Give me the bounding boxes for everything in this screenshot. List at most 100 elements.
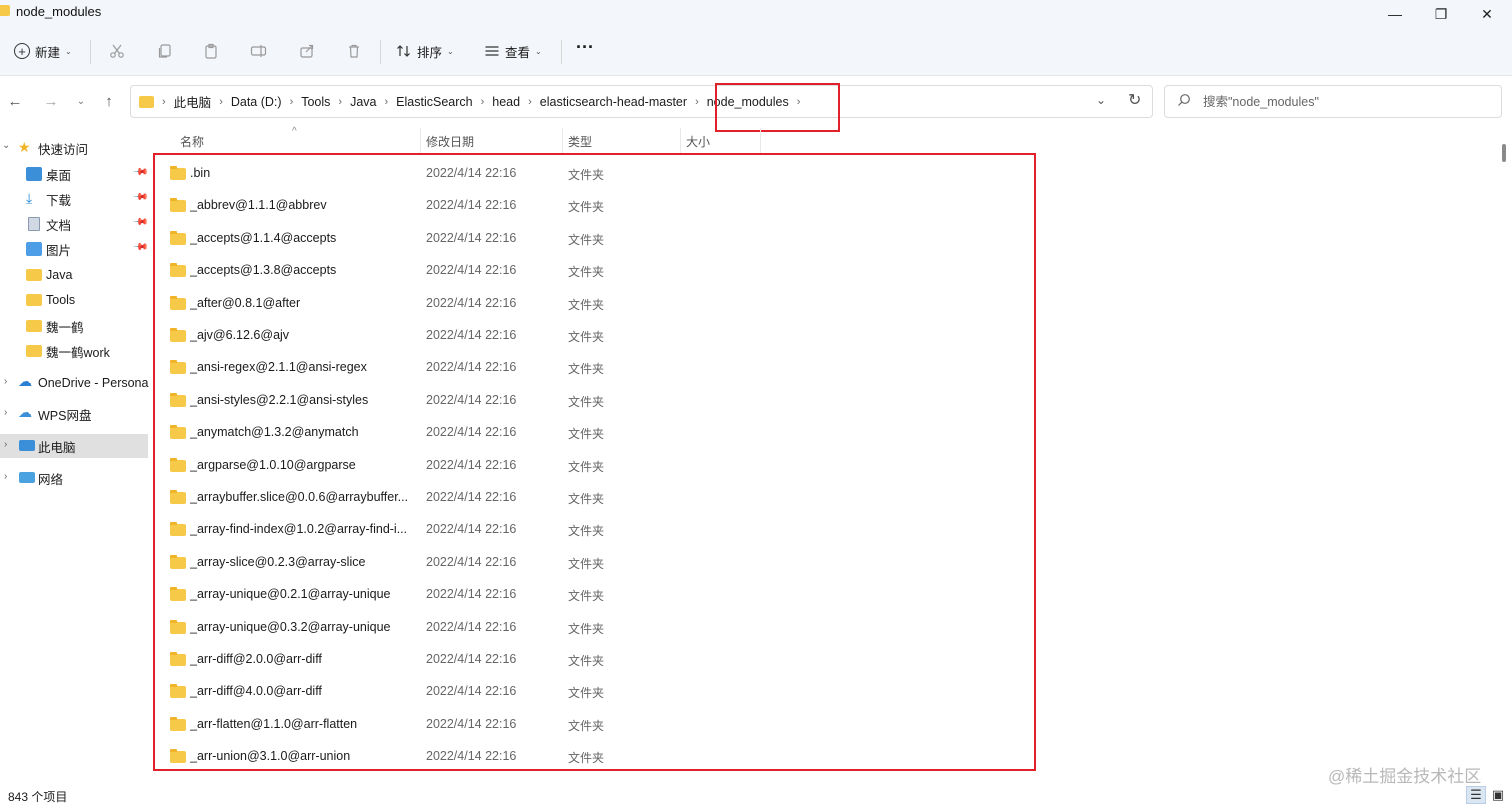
minimize-button[interactable]: — (1372, 0, 1418, 28)
column-type[interactable]: 类型 (568, 133, 592, 150)
title-bar: node_modules — ❐ ✕ (0, 0, 1512, 28)
back-arrow-icon[interactable]: ← (4, 90, 26, 112)
breadcrumb: › 此电脑 › Data (D:) › Tools › Java › Elast… (139, 86, 808, 117)
window-title: node_modules (16, 4, 102, 19)
sidebar-item-pictures[interactable]: 图片 📌 (0, 237, 150, 261)
close-button[interactable]: ✕ (1464, 0, 1510, 28)
tiles-view-icon[interactable]: ▣ (1488, 786, 1508, 804)
download-icon: ⤓ (26, 190, 33, 206)
chevron-down-icon: ⌄ (447, 46, 454, 56)
sidebar-item-weiyihe-work[interactable]: 魏一鹤work (0, 339, 150, 363)
sidebar-item-desktop[interactable]: 桌面 📌 (0, 162, 150, 186)
chevron-right-icon: › (384, 95, 389, 108)
view-button[interactable]: 查看 ⌄ (484, 38, 542, 64)
picture-icon (26, 242, 42, 256)
new-label: 新建 (35, 45, 61, 60)
document-icon (28, 217, 40, 231)
crumb-this-pc[interactable]: 此电脑 (174, 92, 212, 111)
crumb-drive[interactable]: Data (D:) (231, 95, 282, 109)
chevron-right-icon: › (4, 471, 8, 482)
folder-icon (0, 5, 10, 16)
star-icon: ★ (18, 139, 31, 155)
sidebar-item-java[interactable]: Java (0, 263, 150, 287)
view-icon (485, 46, 499, 56)
chevron-down-icon: ⌄ (535, 46, 542, 56)
new-button[interactable]: + 新建 ⌄ (14, 38, 72, 64)
address-bar[interactable]: › 此电脑 › Data (D:) › Tools › Java › Elast… (130, 85, 1153, 118)
column-divider[interactable] (562, 128, 563, 154)
column-name[interactable]: 名称 (180, 133, 204, 150)
crumb-tools[interactable]: Tools (301, 95, 330, 109)
recent-chevron-icon[interactable]: ⌄ (70, 90, 92, 112)
sidebar-item-label: Tools (46, 293, 76, 307)
sidebar-item-tools[interactable]: Tools (0, 288, 150, 312)
cloud-icon: ☁ (18, 404, 32, 420)
chevron-down-icon: ⌄ (65, 46, 72, 56)
sidebar-item-this-pc[interactable]: › 此电脑 (0, 434, 148, 458)
navigation-pane: ⌄ ★ 快速访问 桌面 📌 ⤓ 下载 📌 文档 📌 图片 📌 Java Tool… (0, 128, 150, 778)
crumb-java[interactable]: Java (350, 95, 376, 109)
sidebar-item-label: 魏一鹤work (46, 345, 110, 360)
sidebar-item-label: 文档 (46, 218, 72, 233)
share-icon[interactable] (296, 40, 318, 62)
sort-button[interactable]: 排序 ⌄ (396, 38, 454, 64)
highlight-box-crumb (715, 83, 840, 132)
search-icon (1178, 94, 1190, 106)
command-bar: + 新建 ⌄ 排序 ⌄ 查看 ⌄ ··· (0, 28, 1512, 76)
sidebar-item-documents[interactable]: 文档 📌 (0, 212, 150, 236)
chevron-right-icon: › (289, 95, 294, 108)
search-box[interactable] (1164, 85, 1502, 118)
sidebar-item-network[interactable]: › 网络 (0, 466, 150, 490)
scrollbar-thumb[interactable] (1502, 144, 1506, 162)
details-view-icon[interactable]: ☰ (1466, 786, 1486, 804)
paste-icon[interactable] (200, 40, 222, 62)
chevron-right-icon: › (528, 95, 532, 108)
column-divider[interactable] (420, 128, 421, 154)
divider (561, 40, 562, 64)
forward-arrow-icon[interactable]: → (40, 90, 62, 112)
sidebar-item-wps[interactable]: › ☁ WPS网盘 (0, 402, 150, 426)
highlight-box-list (153, 153, 1036, 771)
rename-icon[interactable] (248, 40, 270, 62)
view-label: 查看 (505, 45, 531, 60)
sidebar-item-label: 下载 (46, 193, 72, 208)
sidebar-item-label: WPS网盘 (38, 408, 92, 423)
search-input[interactable] (1203, 92, 1483, 112)
folder-icon (26, 345, 42, 357)
sidebar-item-downloads[interactable]: ⤓ 下载 📌 (0, 187, 150, 211)
sidebar-item-label: 桌面 (46, 168, 72, 183)
copy-icon[interactable] (154, 40, 176, 62)
up-arrow-icon[interactable]: ↑ (98, 90, 120, 112)
network-icon (19, 472, 35, 483)
crumb-head-master[interactable]: elasticsearch-head-master (540, 95, 687, 109)
chevron-right-icon: › (338, 95, 343, 108)
sidebar-item-label: 此电脑 (38, 440, 76, 455)
sidebar-item-weiyihe[interactable]: 魏一鹤 (0, 314, 150, 338)
chevron-right-icon: › (4, 376, 8, 387)
refresh-icon[interactable]: ↻ (1128, 90, 1141, 110)
more-button[interactable]: ··· (576, 34, 594, 60)
column-divider[interactable] (680, 128, 681, 154)
address-dropdown-icon[interactable]: ⌄ (1096, 93, 1106, 107)
maximize-button[interactable]: ❐ (1418, 0, 1464, 28)
pin-icon[interactable]: 📌 (132, 164, 149, 181)
divider (380, 40, 381, 64)
crumb-head[interactable]: head (492, 95, 520, 109)
crumb-elasticsearch[interactable]: ElasticSearch (396, 95, 472, 109)
sidebar-item-quick-access[interactable]: ⌄ ★ 快速访问 (0, 136, 150, 160)
pin-icon[interactable]: 📌 (132, 214, 149, 231)
cut-icon[interactable] (106, 40, 128, 62)
pin-icon[interactable]: 📌 (132, 189, 149, 206)
sidebar-item-label: 魏一鹤 (46, 320, 84, 335)
vertical-scrollbar[interactable] (1496, 128, 1512, 778)
column-date[interactable]: 修改日期 (426, 133, 474, 150)
delete-icon[interactable] (343, 40, 365, 62)
sort-label: 排序 (417, 45, 443, 60)
sidebar-item-onedrive[interactable]: › ☁ OneDrive - Persona (0, 371, 150, 395)
column-divider[interactable] (760, 128, 761, 154)
computer-icon (19, 440, 35, 451)
sidebar-item-label: 图片 (46, 243, 72, 258)
watermark: @稀土掘金技术社区 (1328, 767, 1482, 786)
pin-icon[interactable]: 📌 (132, 239, 149, 256)
column-size[interactable]: 大小 (686, 133, 710, 150)
